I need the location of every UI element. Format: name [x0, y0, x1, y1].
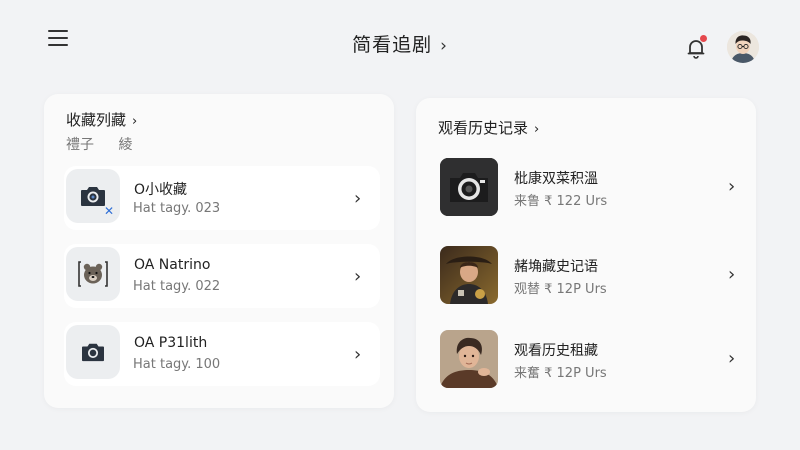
chevron-right-icon: ›: [440, 36, 448, 56]
history-title-text: 观看历史记录: [438, 119, 529, 137]
history-item-title: 赭埆藏史记语: [514, 259, 598, 275]
favorite-item[interactable]: OA Natrino Hat tagy. 022 ›: [64, 244, 380, 308]
top-bar: 简看追剧 ›: [0, 0, 800, 90]
man-portrait-thumb: [440, 330, 498, 388]
chevron-right-icon: ›: [354, 266, 362, 287]
subtab-item[interactable]: 禮子: [66, 137, 94, 153]
app-title-text: 简看追剧: [352, 34, 433, 56]
favorite-item-subtitle: Hat tagy. 023: [133, 201, 221, 216]
camera-icon: [66, 325, 120, 379]
chevron-right-icon: ›: [132, 114, 138, 129]
notification-dot: [700, 35, 707, 42]
history-item-subtitle: 观替 ₹ 12P Urs: [514, 282, 607, 297]
bear-icon: [66, 247, 120, 301]
favorites-card: 收藏列藏 › 禮子 綾 ✕ O小收藏 Hat tagy. 023 › OA Na…: [44, 94, 394, 408]
favorites-title[interactable]: 收藏列藏 ›: [66, 109, 137, 130]
history-item-subtitle: 来奮 ₹ 12P Urs: [514, 366, 607, 381]
history-title[interactable]: 观看历史记录 ›: [438, 117, 539, 138]
warrior-portrait-thumb: [440, 246, 498, 304]
bell-icon[interactable]: [686, 35, 707, 60]
favorite-item-subtitle: Hat tagy. 100: [133, 357, 221, 372]
camera-thumb: [440, 158, 498, 216]
subtab-item[interactable]: 綾: [118, 137, 132, 153]
favorites-subtabs: 禮子 綾: [66, 134, 152, 154]
chevron-right-icon: ›: [534, 122, 540, 137]
history-item[interactable]: 枇康双菜积溫 来鲁 ₹ 122 Urs ›: [434, 152, 750, 222]
favorite-item[interactable]: OA P31lith Hat tagy. 100 ›: [64, 322, 380, 386]
history-item-subtitle: 来鲁 ₹ 122 Urs: [514, 194, 608, 209]
favorite-item-title: OA Natrino: [134, 257, 211, 273]
favorite-item-title: OA P31lith: [134, 335, 208, 351]
favorite-item-title: O小收藏: [134, 182, 188, 198]
chevron-right-icon: ›: [728, 348, 736, 369]
app-title[interactable]: 简看追剧 ›: [0, 30, 800, 57]
favorite-item[interactable]: ✕ O小收藏 Hat tagy. 023 ›: [64, 166, 380, 230]
history-item[interactable]: 观看历史租藏 来奮 ₹ 12P Urs ›: [434, 324, 750, 394]
close-icon: ✕: [104, 204, 115, 218]
chevron-right-icon: ›: [354, 344, 362, 365]
chevron-right-icon: ›: [354, 188, 362, 209]
history-item-title: 观看历史租藏: [514, 343, 598, 359]
user-avatar[interactable]: [727, 31, 759, 63]
history-card: 观看历史记录 › 枇康双菜积溫 来鲁 ₹ 122 Urs › 赭埆藏史记语 观替…: [416, 98, 756, 412]
favorites-title-text: 收藏列藏: [66, 111, 127, 129]
history-item[interactable]: 赭埆藏史记语 观替 ₹ 12P Urs ›: [434, 240, 750, 310]
history-item-title: 枇康双菜积溫: [514, 171, 598, 187]
chevron-right-icon: ›: [728, 176, 736, 197]
chevron-right-icon: ›: [728, 264, 736, 285]
favorite-item-subtitle: Hat tagy. 022: [133, 279, 221, 294]
